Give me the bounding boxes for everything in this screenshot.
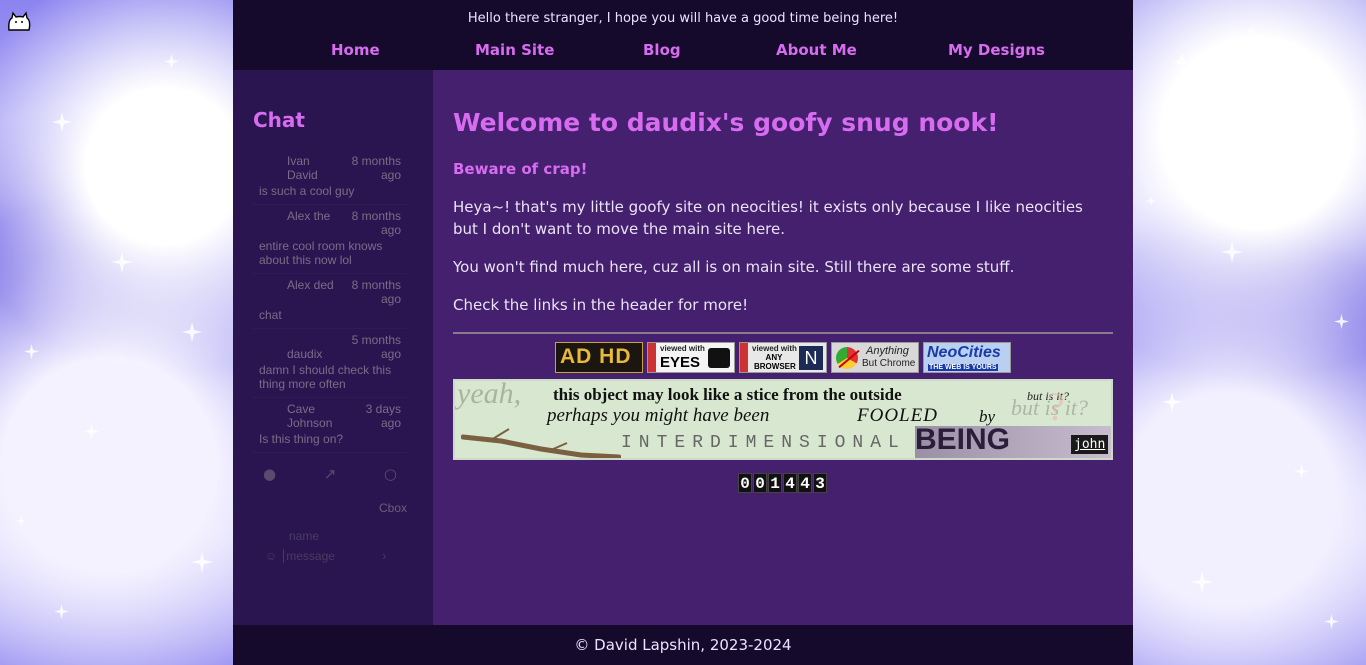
cbox-brand[interactable]: Cbox bbox=[253, 501, 407, 515]
message-field[interactable]: message bbox=[283, 549, 376, 563]
copyright-text: © David Lapshin, 2023-2024 bbox=[574, 636, 792, 654]
chat-time: 8 months ago bbox=[351, 154, 401, 182]
counter-digit: 4 bbox=[798, 473, 812, 493]
chat-text: chat bbox=[259, 308, 282, 322]
adhd-badge-text: AD HD bbox=[560, 345, 632, 368]
main-content: Welcome to daudix's goofy snug nook! Bew… bbox=[433, 70, 1133, 625]
chat-message: Alex ded 8 months ago chat bbox=[253, 274, 407, 329]
eyes-badge-main: EYES bbox=[660, 354, 701, 371]
any-browser-badge[interactable]: viewed with ANY BROWSER N bbox=[739, 342, 827, 373]
page-container: Hello there stranger, I hope you will ha… bbox=[233, 0, 1133, 665]
chat-user: Cave Johnson bbox=[287, 402, 333, 430]
chat-message: Alex the 8 months ago entire cool room kn… bbox=[253, 205, 407, 274]
chat-text: damn I should check this thing more ofte… bbox=[259, 363, 392, 391]
chat-text: Is this thing on? bbox=[259, 432, 344, 446]
chat-message: daudix 5 months ago damn I should check t… bbox=[253, 329, 407, 398]
anybrowser-badge-top: viewed with bbox=[752, 344, 797, 353]
info-paragraph: You won't find much here, cuz all is on … bbox=[453, 258, 1015, 276]
chat-user: daudix bbox=[287, 347, 323, 361]
chat-time: 8 months ago bbox=[351, 209, 401, 237]
chat-user: Alex ded bbox=[287, 278, 334, 292]
oneko-cat-icon[interactable] bbox=[6, 10, 32, 32]
site-header: Hello there stranger, I hope you will ha… bbox=[233, 0, 1133, 70]
counter-digit: 0 bbox=[753, 473, 767, 493]
cbox-widget: Ivan David 8 months ago is such a cool gu… bbox=[253, 150, 407, 563]
chat-time: 3 days ago bbox=[365, 402, 401, 430]
cbox-toolbar: ● ↗ ○ bbox=[253, 453, 407, 483]
interdimensional-being-banner[interactable]: yeah, this object may look like a stice … bbox=[453, 379, 1113, 460]
eyes-badge-top: viewed with bbox=[660, 344, 705, 353]
chat-text: is such a cool guy bbox=[259, 184, 355, 198]
name-field[interactable]: name bbox=[253, 529, 407, 543]
counter-digit: 4 bbox=[783, 473, 797, 493]
banner-line1: this object may look like a stice from t… bbox=[553, 385, 902, 404]
chat-user: Alex the bbox=[287, 209, 331, 223]
banner-line3: INTERDIMENSIONAL bbox=[621, 433, 906, 453]
chat-message: Ivan David 8 months ago is such a cool gu… bbox=[253, 150, 407, 205]
anybrowser-badge-main: ANY BROWSER bbox=[754, 353, 796, 371]
nav-blog[interactable]: Blog bbox=[643, 41, 681, 59]
hit-counter: 0 0 1 4 4 3 bbox=[738, 473, 827, 493]
user-icon[interactable]: ● bbox=[263, 465, 276, 483]
nav-home[interactable]: Home bbox=[331, 41, 380, 59]
site-footer: © David Lapshin, 2023-2024 bbox=[233, 625, 1133, 665]
counter-digit: 1 bbox=[768, 473, 782, 493]
intro-paragraph: Heya~! that's my little goofy site on ne… bbox=[453, 198, 1083, 238]
viewed-with-eyes-badge[interactable]: viewed with EYES bbox=[647, 342, 735, 373]
chat-time: 8 months ago bbox=[351, 278, 401, 306]
banner-yeah: yeah, bbox=[457, 379, 522, 410]
divider bbox=[453, 332, 1113, 334]
page-subtitle: Beware of crap! bbox=[453, 160, 588, 178]
counter-digit: 3 bbox=[813, 473, 827, 493]
refresh-icon[interactable]: ○ bbox=[384, 465, 397, 483]
nav-main-site[interactable]: Main Site bbox=[475, 41, 554, 59]
chrome-badge-bottom: But Chrome bbox=[862, 358, 916, 369]
chrome-badge-top: Anything bbox=[866, 345, 909, 357]
banner-john: john bbox=[1071, 435, 1109, 454]
question-mark-icon: ? bbox=[1047, 384, 1065, 429]
chat-user: Ivan David bbox=[287, 154, 318, 182]
anything-but-chrome-badge[interactable]: Anything But Chrome bbox=[831, 342, 919, 373]
page-title: Welcome to daudix's goofy snug nook! bbox=[453, 108, 999, 137]
adhd-badge[interactable]: AD HD bbox=[555, 342, 643, 373]
chat-time: 5 months ago bbox=[351, 333, 401, 361]
greeting-text: Hello there stranger, I hope you will ha… bbox=[467, 11, 899, 26]
nav-my-designs[interactable]: My Designs bbox=[948, 41, 1045, 59]
neocities-badge[interactable]: NeoCities THE WEB IS YOURS bbox=[923, 342, 1011, 373]
smiley-icon[interactable]: ☺ bbox=[265, 549, 277, 563]
external-link-icon[interactable]: ↗ bbox=[324, 465, 337, 483]
links-paragraph: Check the links in the header for more! bbox=[453, 296, 749, 314]
banner-being: BEING bbox=[915, 423, 1011, 456]
neocities-badge-sub: THE WEB IS YOURS bbox=[928, 364, 998, 371]
chat-sidebar: Chat Ivan David 8 months ago is such a co… bbox=[233, 70, 433, 625]
counter-digit: 0 bbox=[738, 473, 752, 493]
chat-text: entire cool room knows about this now lo… bbox=[259, 239, 383, 267]
send-icon[interactable]: › bbox=[382, 549, 386, 563]
message-input-row: ☺ message › bbox=[253, 549, 407, 563]
nav-about-me[interactable]: About Me bbox=[776, 41, 857, 59]
chat-message: Cave Johnson 3 days ago Is this thing on? bbox=[253, 398, 407, 453]
neocities-badge-main: NeoCities bbox=[927, 344, 1001, 361]
stick-image bbox=[461, 428, 621, 458]
button-badges: AD HD viewed with EYES viewed with ANY B… bbox=[555, 342, 1011, 373]
chat-title: Chat bbox=[253, 108, 305, 132]
